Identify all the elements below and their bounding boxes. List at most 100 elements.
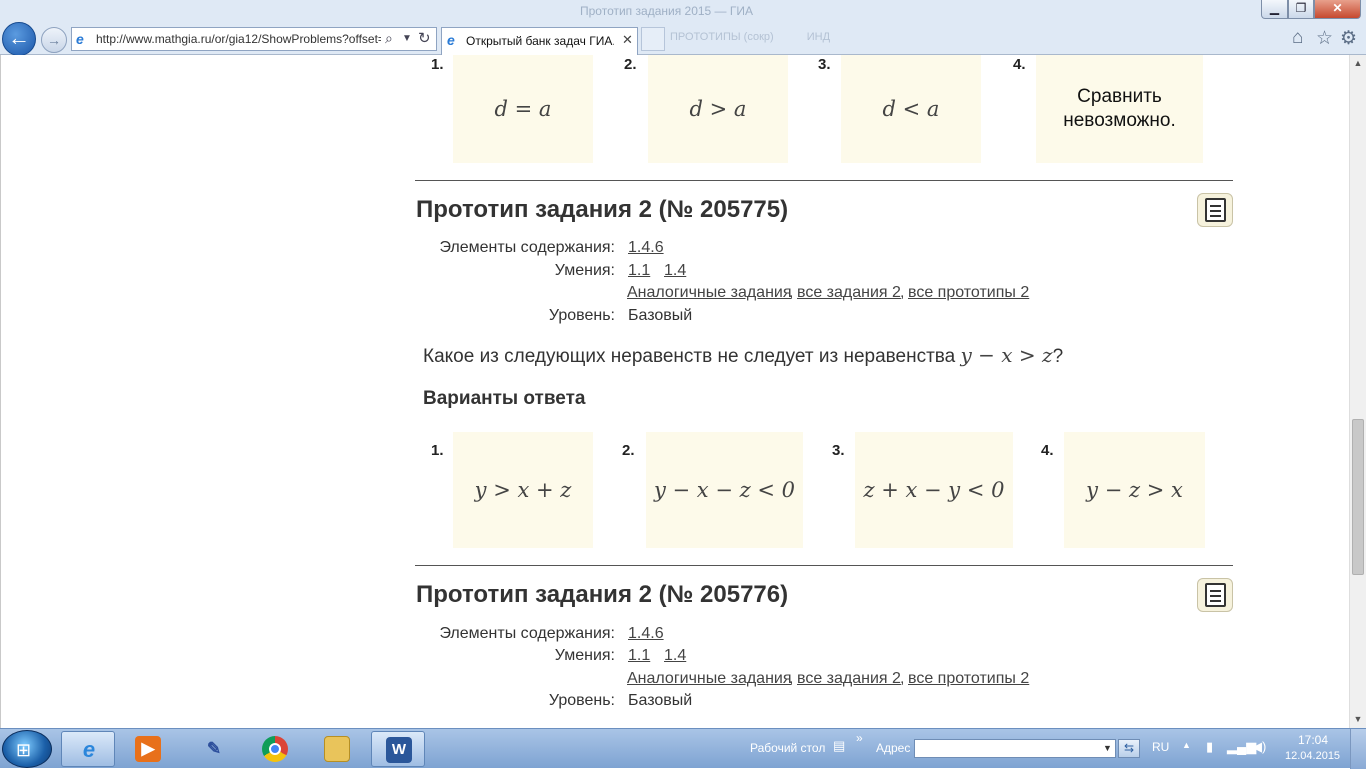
option-text-line: невозможно.	[1063, 110, 1176, 131]
chevron-more-icon[interactable]: »	[856, 731, 863, 745]
level-label: Уровень:	[548, 307, 615, 324]
level-label: Уровень:	[548, 692, 615, 709]
skill-link[interactable]: 1.1	[628, 262, 650, 280]
taskbar-address-input[interactable]	[914, 739, 1116, 758]
scroll-down-arrow-icon[interactable]: ▼	[1350, 711, 1366, 728]
option-formula: y > x + z	[474, 478, 572, 502]
taskbar-paint[interactable]: ✎	[187, 731, 241, 767]
dropdown-icon[interactable]: ▼	[402, 30, 412, 48]
page-viewport: 1. d = a 2. d > a 3. d < a 4. Сравнить н…	[0, 55, 1349, 728]
answer-option[interactable]: y − x − z < 0	[646, 432, 803, 548]
address-toolbar-label: Адрес	[876, 741, 911, 755]
minimize-button[interactable]: ▁	[1261, 0, 1288, 19]
tab-title: Открытый банк задач ГИА...	[466, 34, 614, 48]
clock-date[interactable]: 12.04.2015	[1285, 750, 1340, 762]
maximize-button[interactable]: ❐	[1288, 0, 1314, 19]
scroll-thumb[interactable]	[1352, 419, 1364, 575]
content-elements-label: Элементы содержания:	[439, 239, 615, 256]
separator-comma: ,	[789, 670, 794, 687]
taskbar: ⊞ e ▶ ✎ W Рабочий стол ▤ » Адрес ▼ ⇆ RU …	[0, 728, 1366, 769]
all-prototypes-link[interactable]: все прототипы 2	[908, 284, 1029, 302]
desktop-toolbar-label[interactable]: Рабочий стол	[750, 741, 825, 755]
start-button[interactable]: ⊞	[2, 730, 52, 768]
option-formula: z + x − y < 0	[863, 478, 1005, 502]
tray-expand-icon[interactable]: ▲	[1182, 740, 1191, 750]
answer-option[interactable]: y − z > x	[1064, 432, 1205, 548]
similar-tasks-link[interactable]: Аналогичные задания	[627, 284, 792, 302]
all-tasks-link[interactable]: все задания 2	[797, 284, 901, 302]
clock-time[interactable]: 17:04	[1298, 733, 1328, 747]
volume-icon[interactable]: ◀)	[1252, 739, 1266, 755]
question-text: Какое из следующих неравенств не следует…	[423, 343, 1063, 368]
option-number: 3.	[818, 56, 831, 73]
internet-explorer-icon: e	[82, 737, 96, 762]
skill-link[interactable]: 1.4	[664, 647, 686, 665]
search-icon[interactable]: ⌕	[385, 30, 393, 47]
answer-option[interactable]: y > x + z	[453, 432, 593, 548]
all-tasks-link[interactable]: все задания 2	[797, 670, 901, 688]
option-number: 2.	[624, 56, 637, 73]
url-text[interactable]: http://www.mathgia.ru/or/gia12/ShowProbl…	[96, 32, 381, 46]
ghost-menu-item-2: ИНД	[806, 31, 831, 43]
go-arrow-icon[interactable]: ⇆	[1118, 739, 1140, 758]
desktop-icon[interactable]: ▤	[833, 738, 845, 754]
ie-page-icon: e	[76, 31, 84, 47]
taskbar-ie[interactable]: e	[61, 731, 115, 767]
chrome-icon	[262, 736, 288, 762]
vertical-scrollbar[interactable]: ▲ ▼	[1349, 55, 1366, 728]
close-button[interactable]: ✕	[1314, 0, 1361, 19]
similar-tasks-link[interactable]: Аналогичные задания	[627, 670, 792, 688]
star-icon[interactable]: ☆	[1316, 27, 1333, 50]
answer-option[interactable]: d < a	[841, 55, 981, 163]
all-prototypes-link[interactable]: все прототипы 2	[908, 670, 1029, 688]
divider	[415, 565, 1233, 566]
level-value: Базовый	[628, 307, 693, 324]
forward-arrow-icon: →	[47, 32, 61, 48]
scroll-up-arrow-icon[interactable]: ▲	[1350, 55, 1366, 72]
prototype-title: Прототип задания 2 (№ 205775)	[416, 196, 789, 223]
skill-link[interactable]: 1.1	[628, 647, 650, 665]
content-elements-label: Элементы содержания:	[439, 625, 615, 642]
tab-active[interactable]: e Открытый банк задач ГИА... ✕	[441, 27, 638, 55]
option-number: 1.	[431, 56, 444, 73]
ghost-menu-item: ПРОТОТИПЫ (сокр)	[670, 31, 774, 43]
separator-comma: ,	[789, 284, 794, 301]
back-arrow-icon: ←	[8, 25, 30, 50]
answer-option[interactable]: d = a	[453, 55, 593, 163]
taskbar-word[interactable]: W	[371, 731, 425, 767]
option-formula: y − z > x	[1086, 478, 1183, 502]
taskbar-chrome[interactable]	[248, 731, 302, 767]
answer-option[interactable]: d > a	[648, 55, 788, 163]
answer-option[interactable]: Сравнить невозможно.	[1036, 55, 1203, 163]
skill-link[interactable]: 1.4	[664, 262, 686, 280]
divider	[415, 180, 1233, 181]
option-number: 2.	[622, 442, 635, 459]
answer-option[interactable]: z + x − y < 0	[855, 432, 1013, 548]
word-icon: W	[386, 737, 412, 763]
print-button[interactable]	[1197, 578, 1233, 612]
content-element-link[interactable]: 1.4.6	[628, 625, 664, 643]
battery-icon[interactable]: ▮	[1206, 739, 1213, 755]
content-element-link[interactable]: 1.4.6	[628, 239, 664, 257]
separator-comma: ,	[900, 670, 905, 687]
prototype-title: Прототип задания 2 (№ 205776)	[416, 581, 789, 608]
tab-close-icon[interactable]: ✕	[622, 32, 633, 48]
option-number: 4.	[1041, 442, 1054, 459]
back-button[interactable]: ←	[2, 22, 36, 56]
print-button[interactable]	[1197, 193, 1233, 227]
separator-comma: ,	[900, 284, 905, 301]
new-tab-button[interactable]	[641, 27, 665, 51]
option-formula: y − x − z < 0	[654, 478, 795, 502]
refresh-icon[interactable]: ↻	[418, 29, 431, 47]
option-formula: d > a	[689, 97, 747, 121]
taskbar-explorer[interactable]	[310, 731, 364, 767]
address-bar[interactable]: e http://www.mathgia.ru/or/gia12/ShowPro…	[71, 27, 437, 51]
language-indicator[interactable]: RU	[1152, 740, 1169, 754]
forward-button[interactable]: →	[41, 27, 67, 53]
taskbar-media-player[interactable]: ▶	[121, 731, 175, 767]
dropdown-icon[interactable]: ▼	[1103, 739, 1112, 758]
option-number: 4.	[1013, 56, 1026, 73]
home-icon[interactable]: ⌂	[1292, 27, 1303, 49]
gear-icon[interactable]: ⚙	[1340, 27, 1357, 50]
show-desktop-button[interactable]	[1350, 729, 1366, 769]
